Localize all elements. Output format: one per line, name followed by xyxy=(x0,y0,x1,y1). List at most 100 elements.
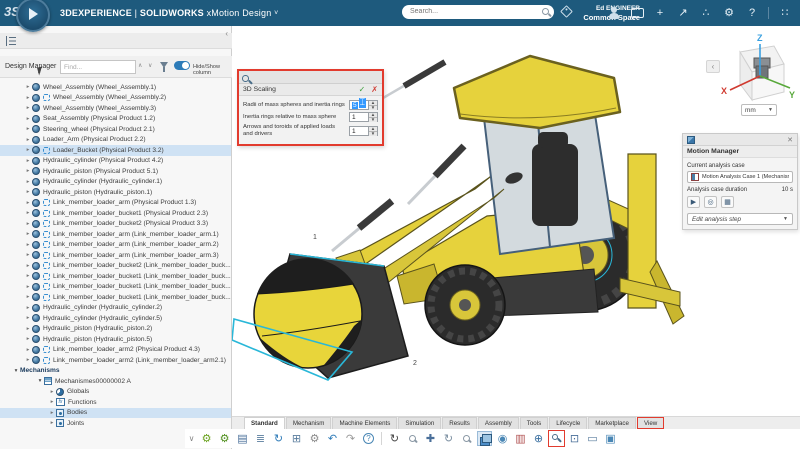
tab-view[interactable]: View xyxy=(637,417,664,429)
tree-row[interactable]: ▸Hydraulic_cylinder (Physical Product 4.… xyxy=(0,156,231,167)
simulation-settings-button[interactable]: ◎ xyxy=(704,196,717,208)
tree-expand-icon[interactable]: ▸ xyxy=(24,147,32,153)
tree-row[interactable]: ▸Link_member_loader_arm (Link_member_loa… xyxy=(0,229,231,240)
compare-windows-icon[interactable]: ⊡ xyxy=(567,431,582,446)
collaborate-icon[interactable]: ∴ xyxy=(699,6,713,20)
tree-expand-icon[interactable]: ▸ xyxy=(24,284,32,290)
share-icon[interactable]: ↗ xyxy=(676,6,690,20)
dialog-close-icon[interactable]: ✗ xyxy=(371,85,378,94)
settings-gear-icon[interactable]: ⚙ xyxy=(307,431,322,446)
capture-image-icon[interactable]: ▣ xyxy=(603,431,618,446)
tab-mechanism[interactable]: Mechanism xyxy=(286,417,332,429)
tree-row[interactable]: ▸Link_member_loader_bucket1 (Physical Pr… xyxy=(0,208,231,219)
view-modes-icon[interactable]: ◉ xyxy=(495,431,510,446)
apps-icon[interactable]: ⚙ xyxy=(722,6,736,20)
tree-row[interactable]: ▸Steering_wheel (Physical Product 2.1) xyxy=(0,124,231,135)
tree-view-icon[interactable] xyxy=(6,36,18,46)
help-icon[interactable]: ? xyxy=(745,6,759,20)
spinner-value[interactable]: 1 xyxy=(349,112,369,122)
tree-expand-icon[interactable]: ▾ xyxy=(36,378,44,384)
rotate-icon[interactable]: ↻ xyxy=(441,431,456,446)
tree-expand-icon[interactable]: ▸ xyxy=(24,84,32,90)
tree-expand-icon[interactable]: ▸ xyxy=(24,273,32,279)
tree-expand-icon[interactable]: ▸ xyxy=(24,210,32,216)
tree-row[interactable]: ▸Link_member_loader_arm (Link_member_loa… xyxy=(0,250,231,261)
tree-expand-icon[interactable]: ▸ xyxy=(24,252,32,258)
tree-row[interactable]: ▾Mechanismes00000002 A xyxy=(0,376,231,387)
spinner-down-icon[interactable]: ▼ xyxy=(369,117,377,122)
undo-icon[interactable]: ↶ xyxy=(325,431,340,446)
tree-expand-icon[interactable]: ▸ xyxy=(48,410,56,416)
tree-expand-icon[interactable]: ▸ xyxy=(24,95,32,101)
3d-scaling-icon[interactable] xyxy=(549,431,564,446)
edit-analysis-step-dropdown[interactable]: Edit analysis step ▼ xyxy=(687,213,793,225)
iso-view-cube-icon[interactable] xyxy=(477,431,492,446)
options-gear-icon[interactable]: ⚙ xyxy=(217,431,232,446)
tree-row[interactable]: ▸Link_member_loader_arm2 (Physical Produ… xyxy=(0,345,231,356)
database-icon[interactable]: ≣ xyxy=(253,431,268,446)
tree-expand-icon[interactable]: ▸ xyxy=(24,158,32,164)
tree-expand-icon[interactable]: ▸ xyxy=(24,357,32,363)
tree-expand-icon[interactable]: ▸ xyxy=(24,126,32,132)
tree-row[interactable]: ▸Loader_Arm (Physical Product 2.2) xyxy=(0,135,231,146)
tree-row[interactable]: ▸Link_member_loader_arm (Link_member_loa… xyxy=(0,240,231,251)
tab-results[interactable]: Results xyxy=(442,417,477,429)
spinner-input[interactable]: 1▲▼ xyxy=(349,112,378,122)
tree-row[interactable]: ▸Wheel_Assembly (Wheel_Assembly.2) xyxy=(0,93,231,104)
tree-row[interactable]: ▸Link_member_loader_bucket1 (Link_member… xyxy=(0,271,231,282)
tree-row[interactable]: ▸Hydraulic_piston (Hydraulic_piston.1) xyxy=(0,187,231,198)
tree-row[interactable]: ▸Link_member_loader_bucket1 (Link_member… xyxy=(0,292,231,303)
tree-row[interactable]: ▸Hydraulic_cylinder (Hydraulic_cylinder.… xyxy=(0,313,231,324)
tab-machine-elements[interactable]: Machine Elements xyxy=(332,417,397,429)
tree-expand-icon[interactable]: ▸ xyxy=(24,179,32,185)
zoom-icon[interactable] xyxy=(405,431,420,446)
filter-icon[interactable] xyxy=(160,62,168,68)
refresh-icon[interactable]: ↻ xyxy=(271,431,286,446)
spinner-input[interactable]: 1▲▼ xyxy=(349,126,378,136)
tag-icon[interactable] xyxy=(560,5,573,18)
model-update-gear-icon[interactable]: ⚙ xyxy=(199,431,214,446)
find-prev-next-icons[interactable]: ∧ ∨ xyxy=(138,62,154,69)
tree-expand-icon[interactable]: ▸ xyxy=(24,200,32,206)
design-manager-tab[interactable]: Design Manager xyxy=(5,63,56,70)
tree-expand-icon[interactable]: ▸ xyxy=(48,420,56,426)
pan-icon[interactable]: ✚ xyxy=(423,431,438,446)
save-icon[interactable]: ▤ xyxy=(235,431,250,446)
dialog-ok-icon[interactable]: ✓ xyxy=(359,85,366,94)
spinner-down-icon[interactable]: ▼ xyxy=(369,105,377,110)
tree-row[interactable]: ▸Hydraulic_cylinder (Hydraulic_cylinder.… xyxy=(0,177,231,188)
app-switcher-chevron-icon[interactable]: ˅ xyxy=(274,10,278,17)
tree-expand-icon[interactable]: ▸ xyxy=(24,168,32,174)
tab-lifecycle[interactable]: Lifecycle xyxy=(549,417,587,429)
tree-row[interactable]: ▸Hydraulic_piston (Hydraulic_piston.2) xyxy=(0,324,231,335)
tree-row[interactable]: ▸Link_member_loader_bucket2 (Link_member… xyxy=(0,261,231,272)
tree-expand-icon[interactable]: ▸ xyxy=(24,305,32,311)
spinner-value[interactable]: 1 xyxy=(349,126,369,136)
zoom-area-icon[interactable] xyxy=(459,431,474,446)
tab-assembly[interactable]: Assembly xyxy=(478,417,519,429)
global-search[interactable] xyxy=(402,5,554,19)
tree-row[interactable]: ▸Hydraulic_piston (Physical Product 5.1) xyxy=(0,166,231,177)
tree-row[interactable]: ▸Bodies xyxy=(0,408,231,419)
tree-expand-icon[interactable]: ▸ xyxy=(48,399,56,405)
tab-standard[interactable]: Standard xyxy=(244,417,285,429)
tab-marketplace[interactable]: Marketplace xyxy=(588,417,636,429)
tree-expand-icon[interactable]: ▸ xyxy=(24,263,32,269)
spinner-down-icon[interactable]: ▼ xyxy=(369,131,377,136)
manipulation-panel-icon[interactable]: ▭ xyxy=(585,431,600,446)
add-content-icon[interactable]: + xyxy=(653,6,667,20)
units-dropdown[interactable]: mm ▼ xyxy=(741,104,777,116)
tree-expand-icon[interactable]: ▸ xyxy=(24,221,32,227)
orientation-triad[interactable]: Z X Y xyxy=(718,32,796,104)
3d-scaling-dialog[interactable]: 3D Scaling ✓ ✗ Radii of mass spheres and… xyxy=(237,69,384,146)
tree-expand-icon[interactable]: ▸ xyxy=(24,189,32,195)
panel-collapse-icon[interactable]: ‹ xyxy=(225,29,228,38)
analysis-case-selector[interactable]: Motion Analysis Case 1 (Mechanismus300 xyxy=(687,171,793,183)
section-view-icon[interactable]: ▥ xyxy=(513,431,528,446)
tree-row[interactable]: ▸Link_member_loader_arm2 (Link_member_lo… xyxy=(0,355,231,366)
redo-icon[interactable]: ↷ xyxy=(343,431,358,446)
tree-row[interactable]: ▸Link_member_loader_bucket1 (Link_member… xyxy=(0,282,231,293)
find-input[interactable]: Find... xyxy=(60,60,136,74)
spinner-input[interactable]: 5⌶▲▼ xyxy=(349,100,378,110)
view-lock-icon[interactable]: ↻ xyxy=(387,431,402,446)
